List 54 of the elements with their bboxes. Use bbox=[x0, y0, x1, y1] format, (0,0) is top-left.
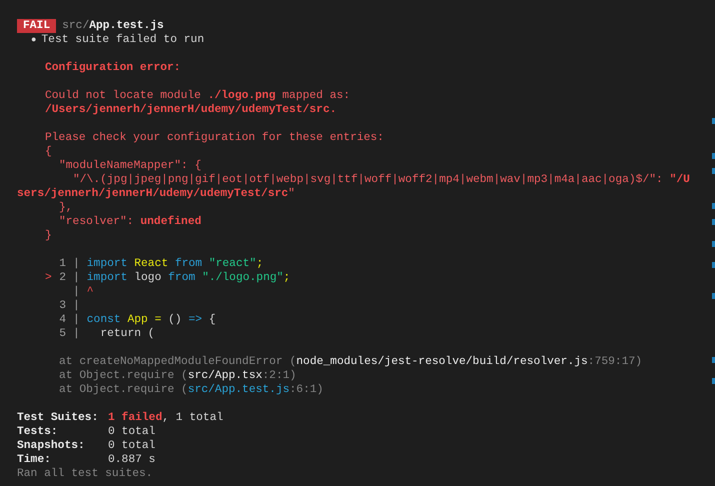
config-line: "resolver": undefined bbox=[59, 216, 202, 228]
summary-value: 1 failed, 1 total bbox=[108, 411, 224, 425]
gutter-pipe: | bbox=[73, 257, 80, 271]
summary-note: Ran all test suites. bbox=[17, 468, 153, 480]
overview-ruler-mark bbox=[712, 241, 715, 247]
overview-ruler-mark bbox=[712, 203, 715, 209]
test-file-path: src/App.test.js bbox=[62, 19, 164, 33]
suite-status: Test suite failed to run bbox=[41, 33, 204, 47]
gutter-pipe: | bbox=[73, 299, 80, 313]
error-message-line: /Users/jennerh/jennerH/udemy/udemyTest/src. bbox=[45, 104, 337, 116]
stack-trace-line: at Object.require (src/App.test.js:6:1) bbox=[59, 384, 324, 396]
error-message-line: { bbox=[45, 146, 52, 158]
overview-ruler-mark bbox=[712, 378, 715, 384]
config-line: }, bbox=[59, 202, 73, 214]
line-number: 4 bbox=[59, 313, 66, 327]
line-number: 3 bbox=[59, 299, 66, 313]
summary-value: 0 total bbox=[108, 425, 156, 439]
overview-ruler-mark bbox=[712, 219, 715, 225]
gutter-pipe: | bbox=[73, 285, 80, 299]
summary-label: Tests: bbox=[17, 425, 59, 439]
gutter-pipe: | bbox=[73, 327, 80, 341]
code-text: import logo from "./logo.png"; bbox=[86, 271, 290, 285]
overview-ruler-mark bbox=[712, 262, 715, 268]
error-caret: ^ bbox=[86, 285, 94, 299]
error-pointer: > bbox=[45, 271, 53, 285]
summary-value: 0 total bbox=[108, 439, 156, 453]
overview-ruler-mark bbox=[712, 168, 715, 174]
error-message-line: Configuration error: bbox=[45, 62, 181, 74]
line-number: 5 bbox=[59, 327, 66, 341]
error-message-line: Could not locate module ./logo.png mapped as: bbox=[45, 90, 350, 102]
fail-badge: FAIL bbox=[17, 19, 56, 33]
overview-ruler-mark bbox=[712, 293, 715, 299]
summary-label: Test Suites: bbox=[17, 411, 100, 425]
summary-label: Time: bbox=[17, 453, 52, 467]
code-text: return ( bbox=[99, 327, 155, 341]
summary-label: Snapshots: bbox=[17, 439, 86, 453]
bullet-icon: ● bbox=[31, 33, 36, 47]
gutter-pipe: | bbox=[73, 271, 80, 285]
gutter-pipe: | bbox=[73, 313, 80, 327]
overview-ruler-mark bbox=[712, 357, 715, 363]
line-number: 2 bbox=[59, 271, 66, 285]
stack-trace-line: at createNoMappedModuleFoundError (node_modules/jest-resolve/build/resolver.js:759:17) bbox=[59, 356, 642, 368]
stack-trace-line: at Object.require (src/App.tsx:2:1) bbox=[59, 370, 296, 382]
error-message-line: } bbox=[45, 230, 52, 242]
code-text: const App = () => { bbox=[86, 313, 216, 327]
overview-ruler-mark bbox=[712, 153, 715, 159]
error-message-line: Please check your configuration for these entries: bbox=[45, 132, 384, 144]
summary-value: 0.887 s bbox=[108, 453, 156, 467]
line-number: 1 bbox=[59, 257, 66, 271]
config-line: "moduleNameMapper": { bbox=[59, 160, 202, 172]
code-text: import React from "react"; bbox=[86, 257, 264, 271]
config-line: "/\.(jpg|jpeg|png|gif|eot|otf|webp|svg|ttf|woff|woff2|mp4|webm|wav|mp3|m4a|aac|oga)$/": "/U bbox=[73, 174, 690, 186]
overview-ruler-mark bbox=[712, 118, 715, 124]
config-line: sers/jennerh/jennerH/udemy/udemyTest/src" bbox=[17, 188, 295, 200]
